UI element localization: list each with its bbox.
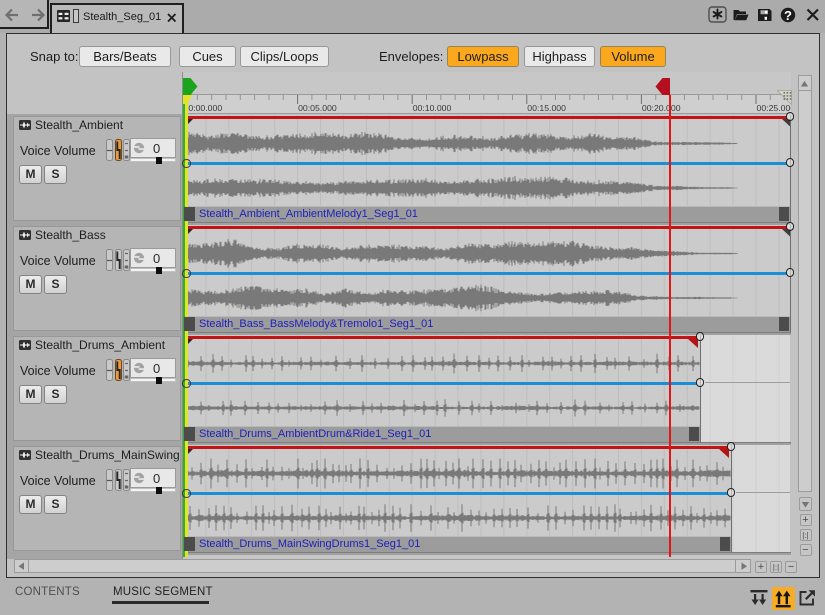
svg-text:?: ? [784, 8, 792, 23]
